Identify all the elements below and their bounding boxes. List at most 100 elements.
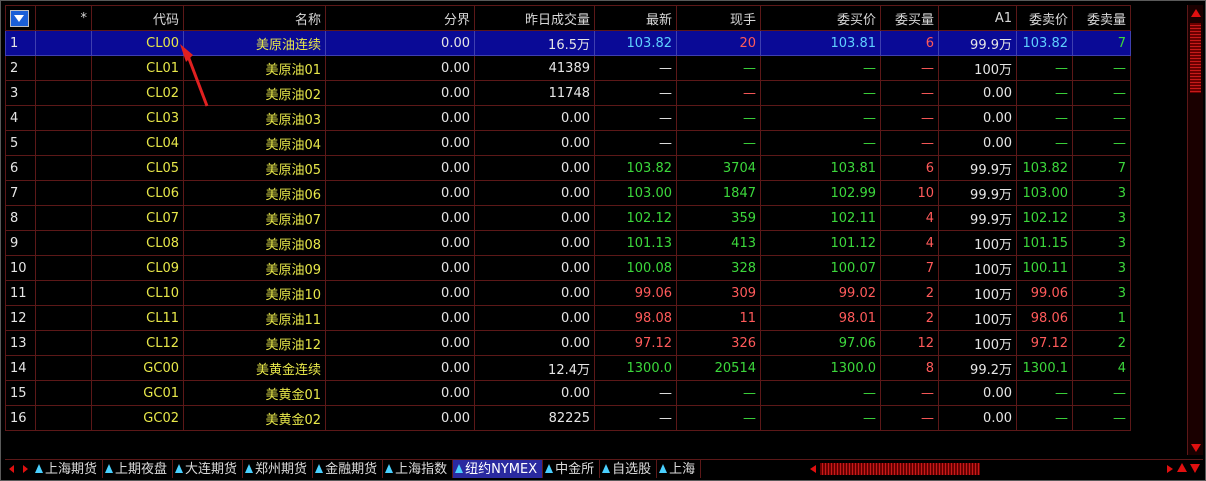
tab-label: 上海: [669, 461, 696, 477]
cell-star: [35, 205, 92, 231]
cell-prev-volume: 82225: [474, 405, 595, 431]
cell-boundary: 0.00: [325, 80, 475, 106]
hscroll-left-icon[interactable]: [808, 460, 818, 478]
vertical-scrollbar[interactable]: [1187, 5, 1203, 455]
cell-last: 102.12: [594, 205, 677, 231]
cell-a1: 100万: [938, 305, 1017, 331]
cell-ask-price: 98.06: [1016, 305, 1073, 331]
table-row[interactable]: 4 CL03 美原油03 0.00 0.00— — — —0.00— —: [5, 105, 1131, 131]
cell-a1: 100万: [938, 280, 1017, 306]
cell-a1: 100万: [938, 230, 1017, 256]
cell-prev-volume: 0.00: [474, 155, 595, 181]
tab-market[interactable]: 上海指数: [383, 460, 454, 478]
cell-a1: 100万: [938, 255, 1017, 281]
table-row[interactable]: 5 CL04 美原油04 0.00 0.00— — — —0.00— —: [5, 130, 1131, 156]
tab-market[interactable]: 上海期货: [33, 460, 104, 478]
table-row[interactable]: 10 CL09 美原油09 0.00 0.00 100.08 328 100.07 7 100万 1…: [5, 255, 1131, 281]
table-row[interactable]: 8 CL07 美原油07 0.00 0.00 102.12 359 102.11 4 99.9万 1…: [5, 205, 1131, 231]
col-header-bid-price[interactable]: 委买价: [760, 5, 881, 31]
tab-market[interactable]: 自选股: [600, 460, 658, 478]
cell-current-hand: 359: [676, 205, 761, 231]
cell-star: [35, 355, 92, 381]
table-row[interactable]: 15 GC01 美黄金01 0.00 0.00— — — —0.00— —: [5, 380, 1131, 406]
hscroll-right-icon[interactable]: [1164, 460, 1174, 478]
cell-bid-qty: 2: [880, 280, 939, 306]
cell-name: 美原油10: [183, 280, 326, 306]
tab-market[interactable]: 大连期货: [173, 460, 244, 478]
table-row[interactable]: 3 CL02 美原油02 0.00 11748— — — —0.00— —: [5, 80, 1131, 106]
cell-star: [35, 180, 92, 206]
col-header-name[interactable]: 名称: [183, 5, 326, 31]
tab-market[interactable]: 上海: [657, 460, 702, 478]
cell-ask-qty: 3: [1072, 205, 1131, 231]
cell-boundary: 0.00: [325, 405, 475, 431]
cell-bid-qty: —: [880, 55, 939, 81]
cell-prev-volume: 0.00: [474, 305, 595, 331]
tab-label: 纽约NYMEX: [465, 461, 538, 477]
table-row[interactable]: 7 CL06 美原油06 0.00 0.00 103.00 1847 102.99 10 99.9…: [5, 180, 1131, 206]
cell-bid-qty: 6: [880, 155, 939, 181]
tab-scroll-left-icon[interactable]: [7, 460, 19, 478]
table-row[interactable]: 9 CL08 美原油08 0.00 0.00 101.13 413 101.12 4 100万 10…: [5, 230, 1131, 256]
tab-market[interactable]: 郑州期货: [243, 460, 314, 478]
col-header-last[interactable]: 最新: [594, 5, 677, 31]
tab-market[interactable]: 纽约NYMEX: [453, 460, 544, 478]
cell-idx: 5: [5, 130, 36, 156]
table-row[interactable]: 1 CL00 美原油连续 0.00 16.5万 103.82 20 103.81 6 99.9万 1…: [5, 30, 1131, 56]
cell-bid-qty: —: [880, 80, 939, 106]
hscroll-thumb[interactable]: [820, 463, 980, 475]
cell-prev-volume: 12.4万: [474, 355, 595, 381]
table-row[interactable]: 11 CL10 美原油10 0.00 0.00 99.06 309 99.02 2 100万 99.…: [5, 280, 1131, 306]
cell-name: 美原油01: [183, 55, 326, 81]
col-header-prev-volume[interactable]: 昨日成交量: [474, 5, 595, 31]
col-header-star[interactable]: *: [35, 5, 92, 31]
cell-bid-qty: 7: [880, 255, 939, 281]
cell-bid-qty: 6: [880, 30, 939, 56]
cell-code: CL03: [91, 105, 184, 131]
col-header-code[interactable]: 代码: [91, 5, 184, 31]
cell-bid-price: 100.07: [760, 255, 881, 281]
cell-star: [35, 330, 92, 356]
cell-bid-price: —: [760, 405, 881, 431]
cell-prev-volume: 41389: [474, 55, 595, 81]
scroll-down-icon[interactable]: [1188, 440, 1203, 455]
scroll-thumb[interactable]: [1190, 23, 1201, 93]
cell-boundary: 0.00: [325, 180, 475, 206]
tab-scroll-right-icon[interactable]: [19, 460, 31, 478]
table-row[interactable]: 14 GC00 美黄金连续 0.00 12.4万 1300.0 20514 1300.0 8 99…: [5, 355, 1131, 381]
cell-ask-qty: 7: [1072, 30, 1131, 56]
cell-code: GC02: [91, 405, 184, 431]
page-down-icon[interactable]: [1190, 464, 1200, 473]
col-header-current-hand[interactable]: 现手: [676, 5, 761, 31]
cell-code: CL07: [91, 205, 184, 231]
cell-ask-price: —: [1016, 80, 1073, 106]
table-row[interactable]: 12 CL11 美原油11 0.00 0.00 98.08 11 98.01 2 100万 98.0…: [5, 305, 1131, 331]
tab-market[interactable]: 上期夜盘: [103, 460, 174, 478]
page-up-icon[interactable]: [1177, 463, 1187, 472]
tab-market[interactable]: 中金所: [543, 460, 601, 478]
table-row[interactable]: 16 GC02 美黄金02 0.00 82225— — — —0.00— —: [5, 405, 1131, 431]
cell-bid-qty: 8: [880, 355, 939, 381]
table-row[interactable]: 13 CL12 美原油12 0.00 0.00 97.12 326 97.06 12 100万 97…: [5, 330, 1131, 356]
scroll-up-icon[interactable]: [1188, 5, 1203, 20]
cell-ask-qty: 3: [1072, 180, 1131, 206]
col-header-boundary[interactable]: 分界: [325, 5, 475, 31]
cell-last: 98.08: [594, 305, 677, 331]
cell-current-hand: 413: [676, 230, 761, 256]
column-toggle[interactable]: [5, 5, 36, 31]
cell-ask-price: 1300.1: [1016, 355, 1073, 381]
horizontal-scrollbar[interactable]: [808, 460, 1174, 478]
cell-boundary: 0.00: [325, 30, 475, 56]
cell-idx: 16: [5, 405, 36, 431]
cell-code: CL06: [91, 180, 184, 206]
col-header-a1[interactable]: A1: [938, 5, 1017, 31]
col-header-ask-qty[interactable]: 委卖量: [1072, 5, 1131, 31]
cell-star: [35, 80, 92, 106]
table-row[interactable]: 6 CL05 美原油05 0.00 0.00 103.82 3704 103.81 6 99.9万…: [5, 155, 1131, 181]
cell-ask-price: 103.82: [1016, 155, 1073, 181]
dropdown-toggle-icon[interactable]: [10, 9, 29, 27]
col-header-bid-qty[interactable]: 委买量: [880, 5, 939, 31]
table-row[interactable]: 2 CL01 美原油01 0.00 41389— — — —100万 — —: [5, 55, 1131, 81]
tab-market[interactable]: 金融期货: [313, 460, 384, 478]
col-header-ask-price[interactable]: 委卖价: [1016, 5, 1073, 31]
